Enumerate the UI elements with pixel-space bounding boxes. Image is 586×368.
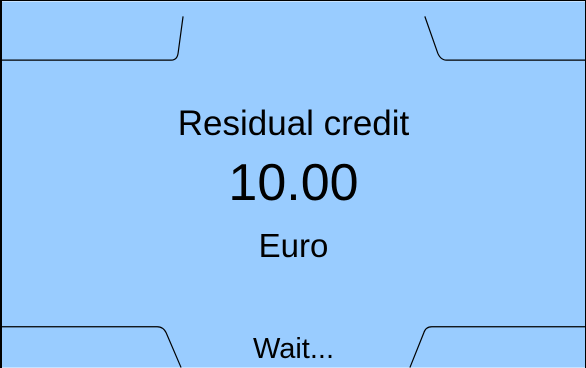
currency-label: Euro [258,227,329,264]
credit-amount: 10.00 [228,154,359,212]
credit-display-screen: Residual credit 10.00 Euro Wait... [0,0,586,368]
residual-credit-label: Residual credit [177,104,410,143]
status-message: Wait... [252,333,335,365]
